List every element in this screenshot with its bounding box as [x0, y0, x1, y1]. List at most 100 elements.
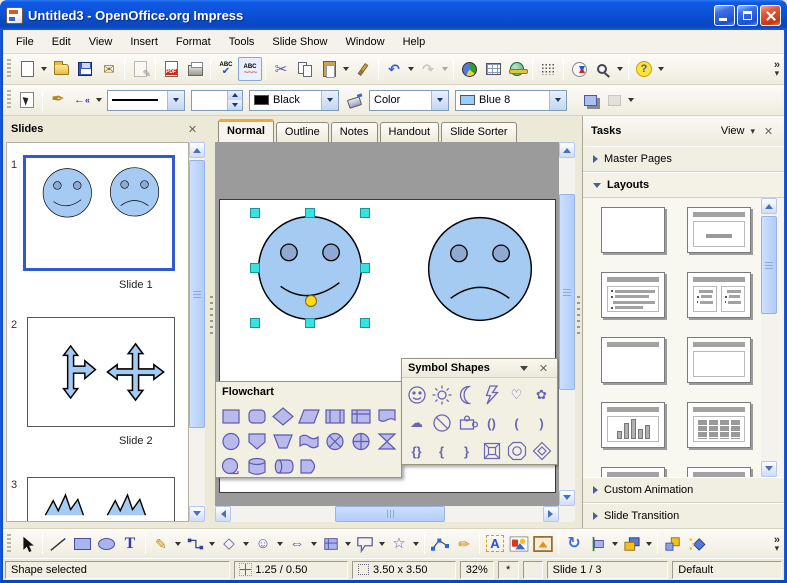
fill-color-dropdown-button[interactable] — [549, 91, 566, 110]
ellipse-tool[interactable] — [94, 532, 118, 556]
toolbar-more-caret[interactable]: ▾ — [775, 544, 780, 552]
stars-caret[interactable] — [413, 542, 419, 546]
menu-help[interactable]: Help — [394, 32, 435, 52]
gallery-button[interactable] — [531, 532, 555, 556]
flowchart-decision[interactable] — [270, 404, 296, 429]
edit-file-button[interactable]: ✎ — [128, 57, 152, 81]
section-master-pages[interactable]: Master Pages — [583, 146, 784, 172]
block-arrows-tool[interactable]: ⇔ — [285, 532, 309, 556]
symbol-right-bracket[interactable]: ) — [529, 409, 554, 437]
open-button[interactable] — [49, 57, 73, 81]
navigator-button[interactable] — [567, 57, 591, 81]
status-zoom[interactable]: 32% — [460, 561, 494, 579]
extrusion-toggle-button[interactable] — [661, 532, 685, 556]
connector-caret[interactable] — [209, 542, 215, 546]
layout-partial-right[interactable] — [687, 467, 751, 477]
print-button[interactable] — [183, 57, 207, 81]
menu-edit[interactable]: Edit — [43, 32, 80, 52]
symbol-puzzle[interactable] — [454, 409, 479, 437]
tab-handout[interactable]: Handout — [380, 122, 440, 142]
connector-tool[interactable] — [183, 532, 207, 556]
arrange-caret[interactable] — [646, 542, 652, 546]
auto-spellcheck-button[interactable]: ABC~~~ — [238, 57, 262, 81]
alignment-button[interactable] — [586, 532, 610, 556]
flowchart-sequential-access[interactable] — [218, 454, 244, 479]
zoom-dropdown-caret[interactable] — [617, 67, 623, 71]
status-page-style[interactable]: Default — [672, 561, 782, 579]
basic-shapes-tool[interactable]: ◇ — [217, 532, 241, 556]
layouts-scroll-thumb[interactable] — [761, 216, 777, 314]
curve-tool[interactable]: ✎ — [149, 532, 173, 556]
menu-window[interactable]: Window — [336, 32, 393, 52]
symbol-lightning-bolt[interactable] — [479, 381, 504, 409]
spellcheck-button[interactable]: ABC✔ — [214, 57, 238, 81]
layouts-scrollbar[interactable] — [761, 198, 777, 477]
arrange-button[interactable] — [620, 532, 644, 556]
redo-button[interactable]: ↷ — [416, 57, 440, 81]
basic-shapes-caret[interactable] — [243, 542, 249, 546]
tasks-view-menu[interactable]: View — [721, 125, 745, 137]
text-tool[interactable]: T — [118, 532, 142, 556]
edit-points-tool[interactable] — [428, 532, 452, 556]
rectangle-tool[interactable] — [70, 532, 94, 556]
symbol-square-bevel[interactable] — [479, 437, 504, 465]
stars-tool[interactable]: ☆ — [387, 532, 411, 556]
hyperlink-button[interactable] — [505, 57, 529, 81]
canvas-vertical-scrollbar[interactable] — [559, 142, 575, 522]
arrow-style-button[interactable]: ←« — [70, 88, 94, 112]
minimize-button[interactable] — [714, 5, 735, 26]
layout-title-only[interactable] — [601, 337, 665, 383]
rotate-tool[interactable]: ↻ — [562, 532, 586, 556]
glue-points-tool[interactable]: ✏ — [452, 532, 476, 556]
symbol-sun[interactable] — [429, 381, 454, 409]
line-color-select[interactable]: Black — [249, 90, 339, 111]
canvas-horizontal-scrollbar[interactable] — [215, 506, 559, 522]
layout-partial-left[interactable] — [601, 467, 665, 477]
layouts-scroll-down-button[interactable] — [761, 461, 777, 477]
flowchart-direct-access-storage[interactable] — [270, 454, 296, 479]
scroll-right-button[interactable] — [543, 506, 559, 522]
fill-type-dropdown-button[interactable] — [431, 91, 448, 110]
maximize-button[interactable] — [737, 5, 758, 26]
toolbar-options-caret[interactable] — [658, 67, 664, 71]
symbol-shapes-tool[interactable]: ☺ — [251, 532, 275, 556]
flowchart-process[interactable] — [218, 404, 244, 429]
layout-title-slide[interactable] — [687, 207, 751, 253]
layout-title-chart[interactable] — [601, 402, 665, 448]
slide-3-thumbnail[interactable] — [27, 477, 175, 522]
layout-blank[interactable] — [601, 207, 665, 253]
new-document-button[interactable] — [15, 57, 39, 81]
slides-scroll-thumb[interactable] — [189, 160, 205, 428]
menu-format[interactable]: Format — [167, 32, 220, 52]
menu-slide-show[interactable]: Slide Show — [263, 32, 336, 52]
flowchart-internal-storage[interactable] — [348, 404, 374, 429]
v-scroll-thumb[interactable] — [559, 194, 575, 390]
line-color-dropdown-button[interactable] — [321, 91, 338, 110]
select-tool[interactable] — [15, 532, 39, 556]
symbol-diamond-bevel[interactable] — [529, 437, 554, 465]
area-dialog-button[interactable] — [342, 88, 366, 112]
arrow-style-caret[interactable] — [96, 98, 102, 102]
display-grid-button[interactable] — [536, 57, 560, 81]
email-button[interactable]: ✉ — [97, 57, 121, 81]
callouts-tool[interactable] — [353, 532, 377, 556]
curve-caret[interactable] — [175, 542, 181, 546]
symbol-left-bracket[interactable]: ( — [504, 409, 529, 437]
flowchart-alternate-process[interactable] — [244, 404, 270, 429]
symbol-smiley-face[interactable] — [404, 381, 429, 409]
toolbar-options-caret[interactable] — [628, 98, 634, 102]
fill-color-select[interactable]: Blue 8 — [455, 90, 567, 111]
toolbar-grip[interactable] — [7, 90, 11, 110]
flowchart-data[interactable] — [296, 404, 322, 429]
line-style-select[interactable] — [107, 90, 185, 111]
layout-title-table[interactable] — [687, 402, 751, 448]
layout-title-two-content[interactable] — [687, 272, 751, 318]
symbol-heart[interactable]: ♡ — [504, 381, 529, 409]
menu-tools[interactable]: Tools — [220, 32, 264, 52]
symbol-prohibited[interactable] — [429, 409, 454, 437]
status-position[interactable]: 1.25 / 0.50 — [234, 561, 348, 579]
tasks-view-caret[interactable]: ▾ — [750, 126, 755, 137]
scroll-down-button[interactable] — [559, 490, 575, 506]
toolbar-more-caret[interactable]: ▾ — [775, 69, 780, 77]
line-dialog-button[interactable]: ✒ — [46, 88, 70, 112]
